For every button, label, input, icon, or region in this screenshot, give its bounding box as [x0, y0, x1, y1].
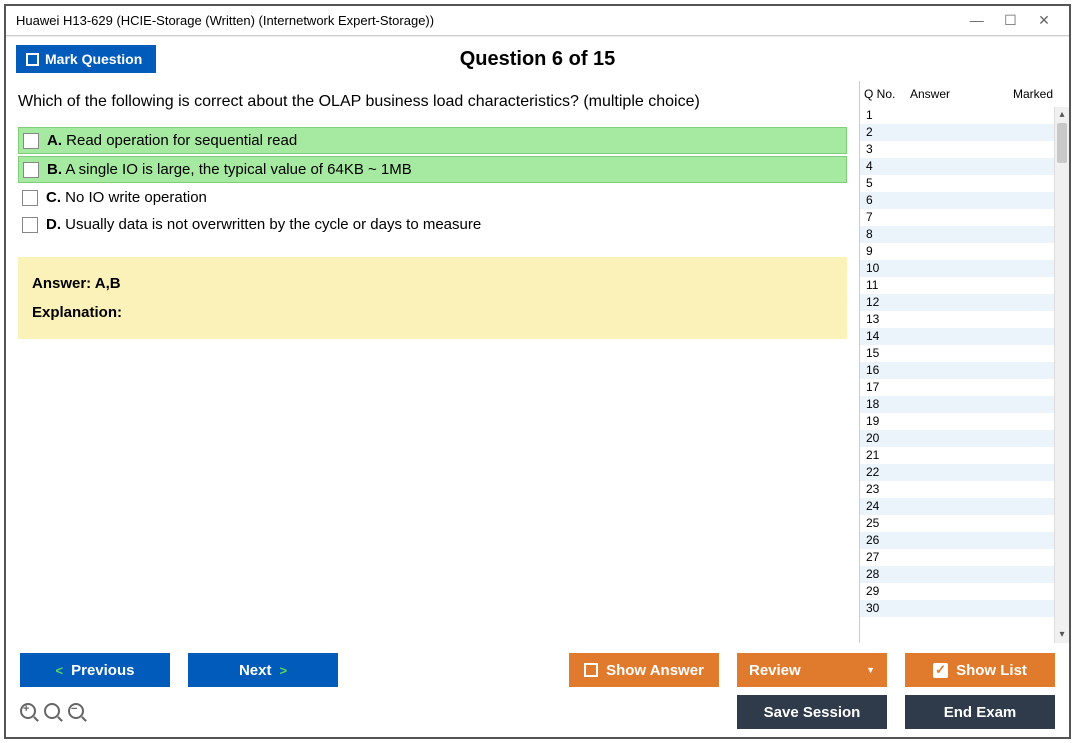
bottom-bar-2: + − Save Session End Exam — [6, 691, 1069, 737]
list-item[interactable]: 19 — [860, 413, 1069, 430]
explanation-label: Explanation: — [32, 304, 833, 321]
review-button[interactable]: Review ▼ — [737, 653, 887, 687]
list-item[interactable]: 28 — [860, 566, 1069, 583]
option-row[interactable]: C. No IO write operation — [18, 185, 847, 210]
question-prompt: Which of the following is correct about … — [18, 93, 847, 111]
zoom-controls: + − — [20, 703, 86, 721]
list-item[interactable]: 10 — [860, 260, 1069, 277]
save-session-label: Save Session — [764, 704, 861, 721]
list-item[interactable]: 8 — [860, 226, 1069, 243]
window-title: Huawei H13-629 (HCIE-Storage (Written) (… — [16, 13, 434, 28]
bottom-bar-1: < Previous Next > Show Answer Review ▼ ✓… — [6, 643, 1069, 691]
scroll-down-icon[interactable]: ▾ — [1055, 627, 1069, 643]
list-item[interactable]: 7 — [860, 209, 1069, 226]
list-item[interactable]: 6 — [860, 192, 1069, 209]
window-controls: — ☐ ✕ — [962, 12, 1059, 29]
header-answer: Answer — [910, 87, 1013, 101]
list-item[interactable]: 13 — [860, 311, 1069, 328]
minimize-icon[interactable]: — — [962, 12, 992, 28]
list-item[interactable]: 3 — [860, 141, 1069, 158]
show-list-label: Show List — [956, 662, 1027, 679]
list-item[interactable]: 25 — [860, 515, 1069, 532]
answer-box: Answer: A,B Explanation: — [18, 257, 847, 339]
question-list-header: Q No. Answer Marked — [860, 81, 1069, 107]
options-list: A. Read operation for sequential read B. … — [18, 127, 847, 237]
list-item[interactable]: 24 — [860, 498, 1069, 515]
show-list-button[interactable]: ✓ Show List — [905, 653, 1055, 687]
check-icon: ✓ — [933, 663, 948, 678]
option-row[interactable]: D. Usually data is not overwritten by th… — [18, 212, 847, 237]
main-content: Which of the following is correct about … — [6, 81, 859, 643]
list-item[interactable]: 27 — [860, 549, 1069, 566]
checkbox[interactable] — [22, 190, 38, 206]
list-item[interactable]: 20 — [860, 430, 1069, 447]
mark-question-button[interactable]: Mark Question — [16, 45, 156, 73]
zoom-out-icon[interactable]: − — [68, 703, 86, 721]
list-item[interactable]: 22 — [860, 464, 1069, 481]
chevron-left-icon: < — [56, 663, 64, 678]
option-label: A. Read operation for sequential read — [47, 132, 297, 149]
answer-line: Answer: A,B — [32, 275, 833, 292]
list-item[interactable]: 5 — [860, 175, 1069, 192]
zoom-reset-icon[interactable] — [44, 703, 62, 721]
list-item[interactable]: 11 — [860, 277, 1069, 294]
scroll-thumb[interactable] — [1057, 123, 1067, 163]
list-item[interactable]: 26 — [860, 532, 1069, 549]
scroll-up-icon[interactable]: ▴ — [1055, 107, 1069, 123]
list-item[interactable]: 2 — [860, 124, 1069, 141]
list-item[interactable]: 30 — [860, 600, 1069, 617]
window: Huawei H13-629 (HCIE-Storage (Written) (… — [4, 4, 1071, 739]
show-answer-button[interactable]: Show Answer — [569, 653, 719, 687]
zoom-in-icon[interactable]: + — [20, 703, 38, 721]
option-row[interactable]: A. Read operation for sequential read — [18, 127, 847, 154]
maximize-icon[interactable]: ☐ — [995, 12, 1025, 29]
list-item[interactable]: 17 — [860, 379, 1069, 396]
end-exam-button[interactable]: End Exam — [905, 695, 1055, 729]
question-counter: Question 6 of 15 — [6, 48, 1069, 71]
list-item[interactable]: 16 — [860, 362, 1069, 379]
checkbox[interactable] — [23, 162, 39, 178]
list-item[interactable]: 15 — [860, 345, 1069, 362]
list-item[interactable]: 18 — [860, 396, 1069, 413]
option-row[interactable]: B. A single IO is large, the typical val… — [18, 156, 847, 183]
question-list-body: 1234567891011121314151617181920212223242… — [860, 107, 1069, 643]
list-item[interactable]: 29 — [860, 583, 1069, 600]
list-item[interactable]: 12 — [860, 294, 1069, 311]
next-button[interactable]: Next > — [188, 653, 338, 687]
end-exam-label: End Exam — [944, 704, 1017, 721]
option-label: D. Usually data is not overwritten by th… — [46, 216, 481, 233]
checkbox-icon — [26, 53, 39, 66]
question-list-panel: Q No. Answer Marked 12345678910111213141… — [859, 81, 1069, 643]
chevron-right-icon: > — [279, 663, 287, 678]
show-answer-label: Show Answer — [606, 662, 704, 679]
checkbox[interactable] — [23, 133, 39, 149]
checkbox-icon — [584, 663, 598, 677]
review-label: Review — [749, 662, 801, 679]
save-session-button[interactable]: Save Session — [737, 695, 887, 729]
list-item[interactable]: 1 — [860, 107, 1069, 124]
list-item[interactable]: 9 — [860, 243, 1069, 260]
topbar: Mark Question Question 6 of 15 — [6, 36, 1069, 81]
list-item[interactable]: 23 — [860, 481, 1069, 498]
close-icon[interactable]: ✕ — [1029, 12, 1059, 29]
checkbox[interactable] — [22, 217, 38, 233]
option-label: B. A single IO is large, the typical val… — [47, 161, 412, 178]
next-label: Next — [239, 662, 272, 679]
option-label: C. No IO write operation — [46, 189, 207, 206]
list-item[interactable]: 14 — [860, 328, 1069, 345]
dropdown-icon: ▼ — [866, 665, 875, 675]
list-item[interactable]: 21 — [860, 447, 1069, 464]
header-marked: Marked — [1013, 87, 1065, 101]
scrollbar[interactable]: ▴ ▾ — [1054, 107, 1069, 643]
list-item[interactable]: 4 — [860, 158, 1069, 175]
titlebar: Huawei H13-629 (HCIE-Storage (Written) (… — [6, 6, 1069, 36]
previous-label: Previous — [71, 662, 134, 679]
mark-question-label: Mark Question — [45, 51, 142, 67]
header-qno: Q No. — [864, 87, 910, 101]
body: Which of the following is correct about … — [6, 81, 1069, 643]
previous-button[interactable]: < Previous — [20, 653, 170, 687]
